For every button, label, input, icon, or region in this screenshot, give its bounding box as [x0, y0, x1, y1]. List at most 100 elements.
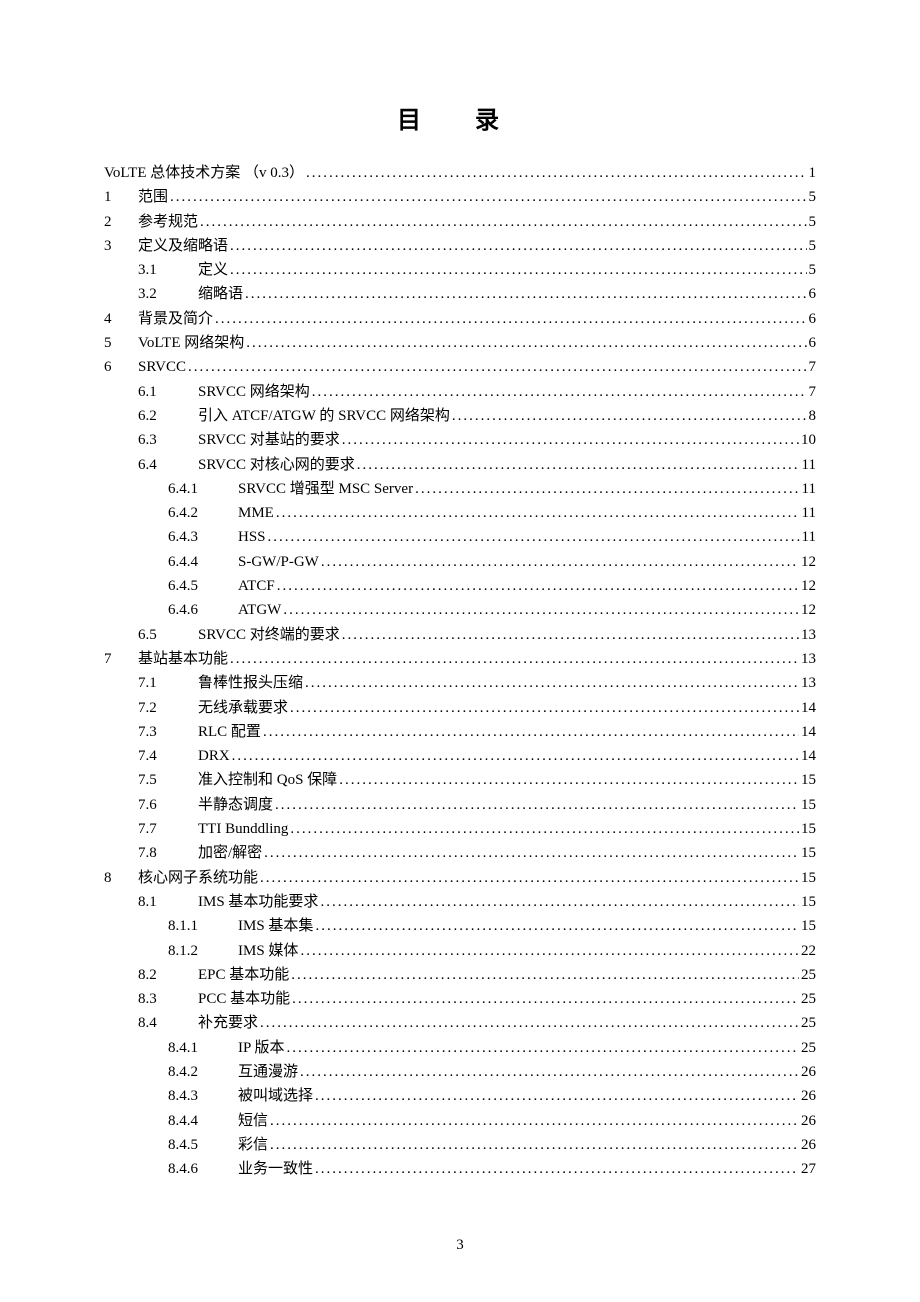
toc-entry[interactable]: 3.1定义5: [104, 258, 816, 282]
toc-entry-text: SRVCC 增强型 MSC Server: [238, 477, 413, 501]
toc-entry[interactable]: 8.4补充要求25: [104, 1011, 816, 1035]
toc-entry[interactable]: 6.4SRVCC 对核心网的要求11: [104, 453, 816, 477]
toc-entry-number: 7.3: [138, 720, 198, 744]
toc-entry-text: 定义及缩略语: [138, 234, 228, 258]
toc-entry-page: 27: [801, 1157, 816, 1181]
toc-leader: [320, 890, 799, 914]
toc-entry[interactable]: VoLTE 总体技术方案 （v 0.3）1: [104, 161, 816, 185]
toc-leader: [415, 477, 799, 501]
toc-entry-text: 彩信: [238, 1133, 268, 1157]
toc-entry[interactable]: 6.4.6ATGW12: [104, 598, 816, 622]
toc-entry[interactable]: 7基站基本功能13: [104, 647, 816, 671]
toc-entry-number: 8.4.3: [168, 1084, 238, 1108]
toc-entry[interactable]: 8.2EPC 基本功能25: [104, 963, 816, 987]
toc-entry[interactable]: 7.7TTI Bunddling15: [104, 817, 816, 841]
toc-leader: [305, 671, 799, 695]
toc-entry[interactable]: 7.6半静态调度15: [104, 793, 816, 817]
toc-entry-number: 7.8: [138, 841, 198, 865]
toc-entry[interactable]: 8核心网子系统功能15: [104, 866, 816, 890]
toc-entry-number: 5: [104, 331, 138, 355]
toc-entry[interactable]: 8.3PCC 基本功能25: [104, 987, 816, 1011]
toc-entry[interactable]: 3定义及缩略语5: [104, 234, 816, 258]
toc-entry-number: 6.4.1: [168, 477, 238, 501]
toc-entry-page: 26: [801, 1060, 816, 1084]
toc-entry-text: 范围: [138, 185, 168, 209]
toc-leader: [200, 210, 806, 234]
toc-entry[interactable]: 6.4.5ATCF12: [104, 574, 816, 598]
toc-entry-number: 7.5: [138, 768, 198, 792]
toc-entry[interactable]: 8.4.4短信26: [104, 1109, 816, 1133]
toc-entry[interactable]: 7.3RLC 配置14: [104, 720, 816, 744]
toc-entry-page: 14: [801, 744, 816, 768]
toc-entry[interactable]: 6.1SRVCC 网络架构7: [104, 380, 816, 404]
toc-entry[interactable]: 7.2无线承载要求14: [104, 696, 816, 720]
toc-entry[interactable]: 8.1IMS 基本功能要求15: [104, 890, 816, 914]
toc-leader: [321, 550, 799, 574]
toc-entry-page: 1: [809, 161, 817, 185]
toc-entry[interactable]: 7.5准入控制和 QoS 保障15: [104, 768, 816, 792]
toc-entry-number: 6.4: [138, 453, 198, 477]
toc-leader: [245, 282, 806, 306]
toc-entry[interactable]: 8.4.2互通漫游26: [104, 1060, 816, 1084]
toc-entry-text: IP 版本: [238, 1036, 285, 1060]
toc-entry-page: 12: [801, 550, 816, 574]
toc-leader: [315, 914, 799, 938]
toc-entry[interactable]: 5VoLTE 网络架构6: [104, 331, 816, 355]
toc-entry[interactable]: 6.4.2MME11: [104, 501, 816, 525]
toc-entry-number: 8.4.4: [168, 1109, 238, 1133]
toc-entry[interactable]: 6.2引入 ATCF/ATGW 的 SRVCC 网络架构8: [104, 404, 816, 428]
toc-entry[interactable]: 6.4.4S-GW/P-GW12: [104, 550, 816, 574]
toc-entry[interactable]: 7.1鲁棒性报头压缩13: [104, 671, 816, 695]
toc-entry[interactable]: 8.1.1IMS 基本集15: [104, 914, 816, 938]
toc-entry-text: IMS 基本功能要求: [198, 890, 318, 914]
toc-entry[interactable]: 8.4.5彩信26: [104, 1133, 816, 1157]
toc-entry-page: 13: [801, 671, 816, 695]
toc-entry[interactable]: 3.2缩略语6: [104, 282, 816, 306]
toc-entry-page: 7: [809, 380, 817, 404]
toc-entry-page: 6: [809, 282, 817, 306]
toc-entry-text: 准入控制和 QoS 保障: [198, 768, 337, 792]
toc-entry[interactable]: 6.3SRVCC 对基站的要求10: [104, 428, 816, 452]
toc-entry[interactable]: 6.5SRVCC 对终端的要求13: [104, 623, 816, 647]
toc-entry[interactable]: 8.4.3被叫域选择26: [104, 1084, 816, 1108]
toc-entry-page: 6: [809, 331, 817, 355]
toc-entry[interactable]: 6SRVCC7: [104, 355, 816, 379]
toc-leader: [260, 866, 799, 890]
toc-entry-text: 互通漫游: [238, 1060, 298, 1084]
toc-entry-text: MME: [238, 501, 274, 525]
toc-leader: [277, 574, 799, 598]
toc-entry[interactable]: 8.1.2IMS 媒体22: [104, 939, 816, 963]
toc-leader: [339, 768, 799, 792]
toc-entry-number: 3: [104, 234, 138, 258]
toc-entry-page: 11: [802, 501, 816, 525]
toc-entry[interactable]: 7.4DRX14: [104, 744, 816, 768]
toc-leader: [232, 744, 799, 768]
toc-entry-number: 8.1: [138, 890, 198, 914]
toc-entry-number: 6.3: [138, 428, 198, 452]
toc-entry-number: 6.4.5: [168, 574, 238, 598]
toc-entry[interactable]: 1范围5: [104, 185, 816, 209]
toc-leader: [290, 696, 799, 720]
page-container: 目 录 VoLTE 总体技术方案 （v 0.3）11范围52参考规范53定义及缩…: [0, 0, 920, 1302]
toc-entry-number: 6.2: [138, 404, 198, 428]
toc-entry[interactable]: 4背景及简介6: [104, 307, 816, 331]
toc-leader: [290, 817, 799, 841]
toc-entry-text: 基站基本功能: [138, 647, 228, 671]
toc-entry-page: 11: [802, 453, 816, 477]
toc-entry-text: 引入 ATCF/ATGW 的 SRVCC 网络架构: [198, 404, 450, 428]
toc-entry-page: 15: [801, 866, 816, 890]
toc-leader: [342, 428, 799, 452]
toc-entry-text: 缩略语: [198, 282, 243, 306]
toc-entry[interactable]: 2参考规范5: [104, 210, 816, 234]
toc-leader: [300, 1060, 799, 1084]
toc-entry-text: IMS 媒体: [238, 939, 298, 963]
toc-entry[interactable]: 7.8加密/解密15: [104, 841, 816, 865]
toc-entry[interactable]: 6.4.3HSS11: [104, 525, 816, 549]
toc-entry-page: 26: [801, 1084, 816, 1108]
toc-entry-page: 5: [809, 258, 817, 282]
toc-entry[interactable]: 8.4.6业务一致性27: [104, 1157, 816, 1181]
toc-entry[interactable]: 6.4.1SRVCC 增强型 MSC Server11: [104, 477, 816, 501]
toc-leader: [188, 355, 807, 379]
toc-entry[interactable]: 8.4.1IP 版本25: [104, 1036, 816, 1060]
toc-entry-text: 半静态调度: [198, 793, 273, 817]
